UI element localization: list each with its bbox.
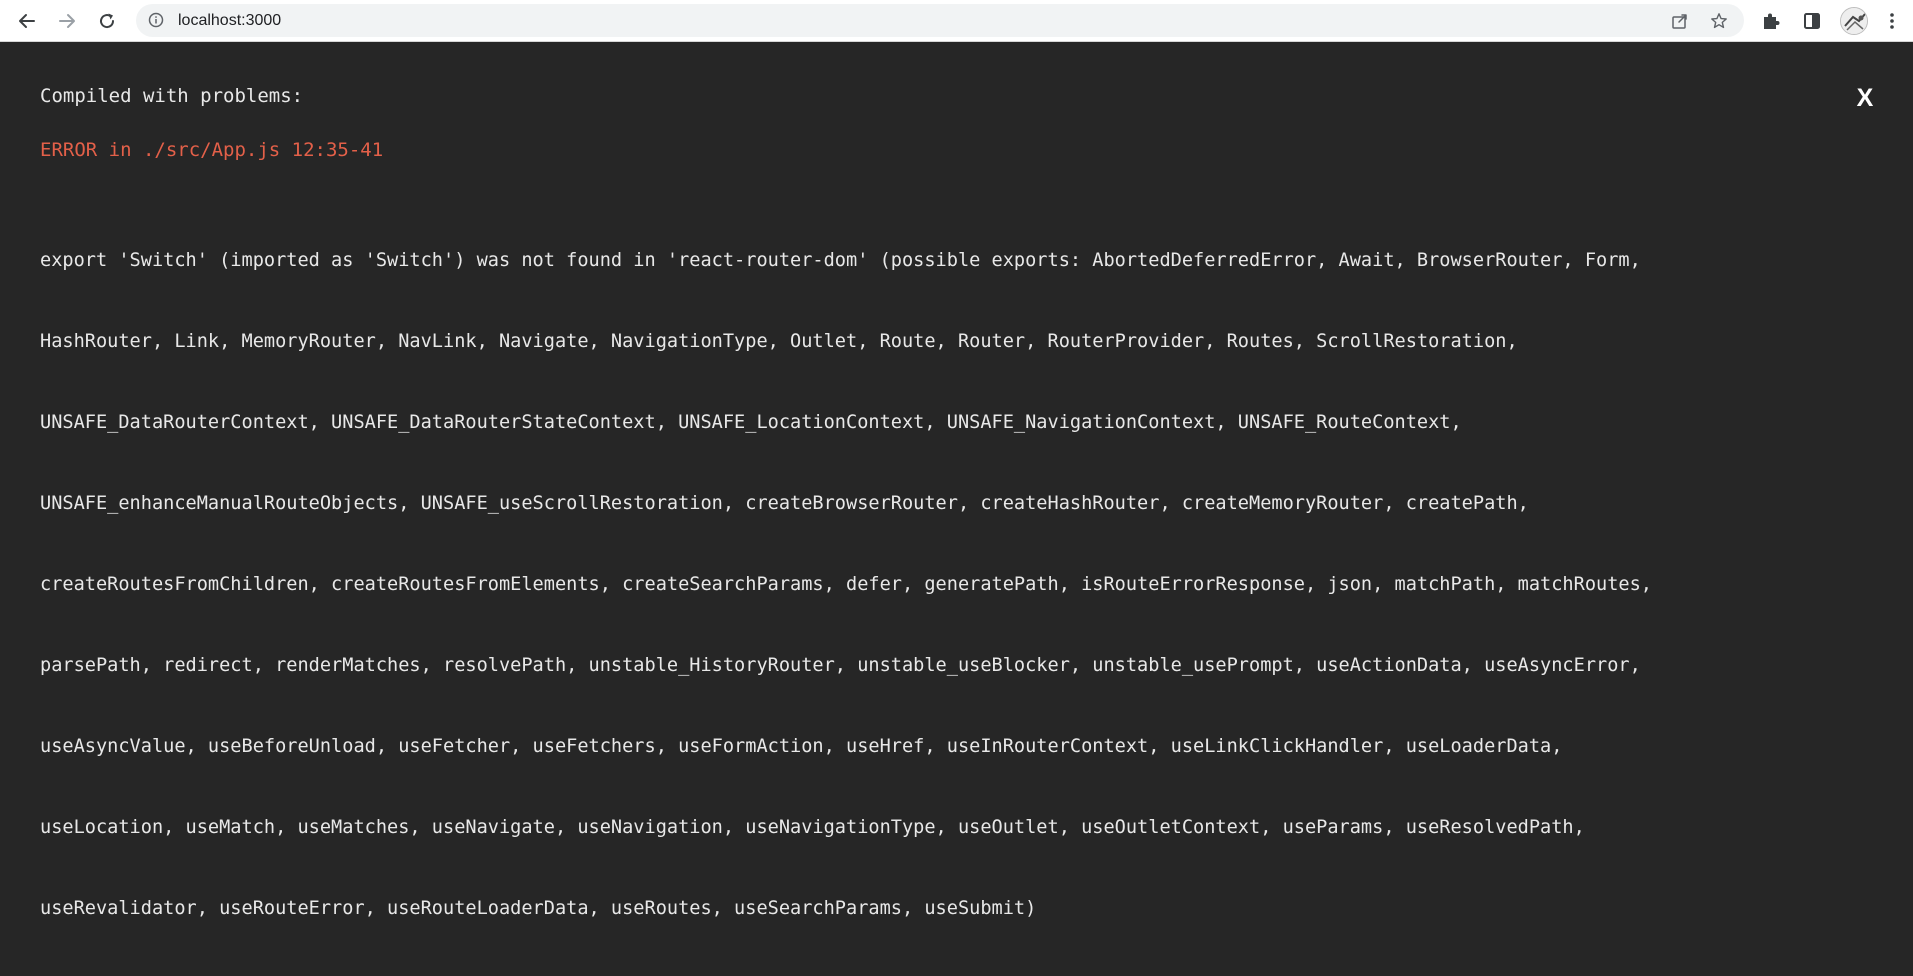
kebab-menu-icon (1890, 13, 1894, 29)
close-button[interactable]: X (1852, 83, 1878, 113)
forward-button[interactable] (52, 6, 82, 36)
overlay-title: Compiled with problems: (40, 85, 304, 107)
reload-button[interactable] (92, 6, 122, 36)
error-line: parsePath, redirect, renderMatches, reso… (40, 655, 1641, 676)
error-line: useAsyncValue, useBeforeUnload, useFetch… (40, 736, 1563, 757)
back-button[interactable] (12, 6, 42, 36)
url-text[interactable]: localhost:3000 (178, 4, 281, 37)
error-line: useRevalidator, useRouteError, useRouteL… (40, 898, 1037, 919)
error-line: export 'Switch' (imported as 'Switch') w… (40, 250, 1641, 271)
error-line: UNSAFE_DataRouterContext, UNSAFE_DataRou… (40, 412, 1462, 433)
side-panel-button[interactable] (1800, 9, 1824, 33)
share-button[interactable] (1670, 11, 1690, 31)
menu-button[interactable] (1880, 9, 1904, 33)
arrow-left-icon (19, 14, 35, 28)
arrow-right-icon (59, 14, 75, 28)
star-icon (1711, 13, 1727, 29)
share-icon (1672, 14, 1687, 29)
error-header: ERROR in ./src/App.js 12:35-41 (40, 139, 384, 161)
avatar[interactable] (1840, 7, 1868, 35)
profile-picture-icon (1841, 8, 1867, 34)
error-message: export 'Switch' (imported as 'Switch') w… (40, 193, 1880, 976)
error-overlay: Compiled with problems: X ERROR in ./src… (0, 43, 1913, 919)
error-line: UNSAFE_enhanceManualRouteObjects, UNSAFE… (40, 493, 1529, 514)
extensions-button[interactable] (1759, 9, 1783, 33)
reload-icon (100, 13, 115, 29)
side-panel-icon (1804, 13, 1820, 29)
browser-toolbar: localhost:3000 (0, 0, 1913, 42)
error-line: createRoutesFromChildren, createRoutesFr… (40, 574, 1652, 595)
puzzle-icon (1764, 13, 1780, 29)
info-icon[interactable] (148, 12, 164, 28)
address-bar[interactable]: localhost:3000 (136, 4, 1744, 37)
error-line: HashRouter, Link, MemoryRouter, NavLink,… (40, 331, 1518, 352)
bookmark-button[interactable] (1709, 11, 1729, 31)
error-line: useLocation, useMatch, useMatches, useNa… (40, 817, 1585, 838)
